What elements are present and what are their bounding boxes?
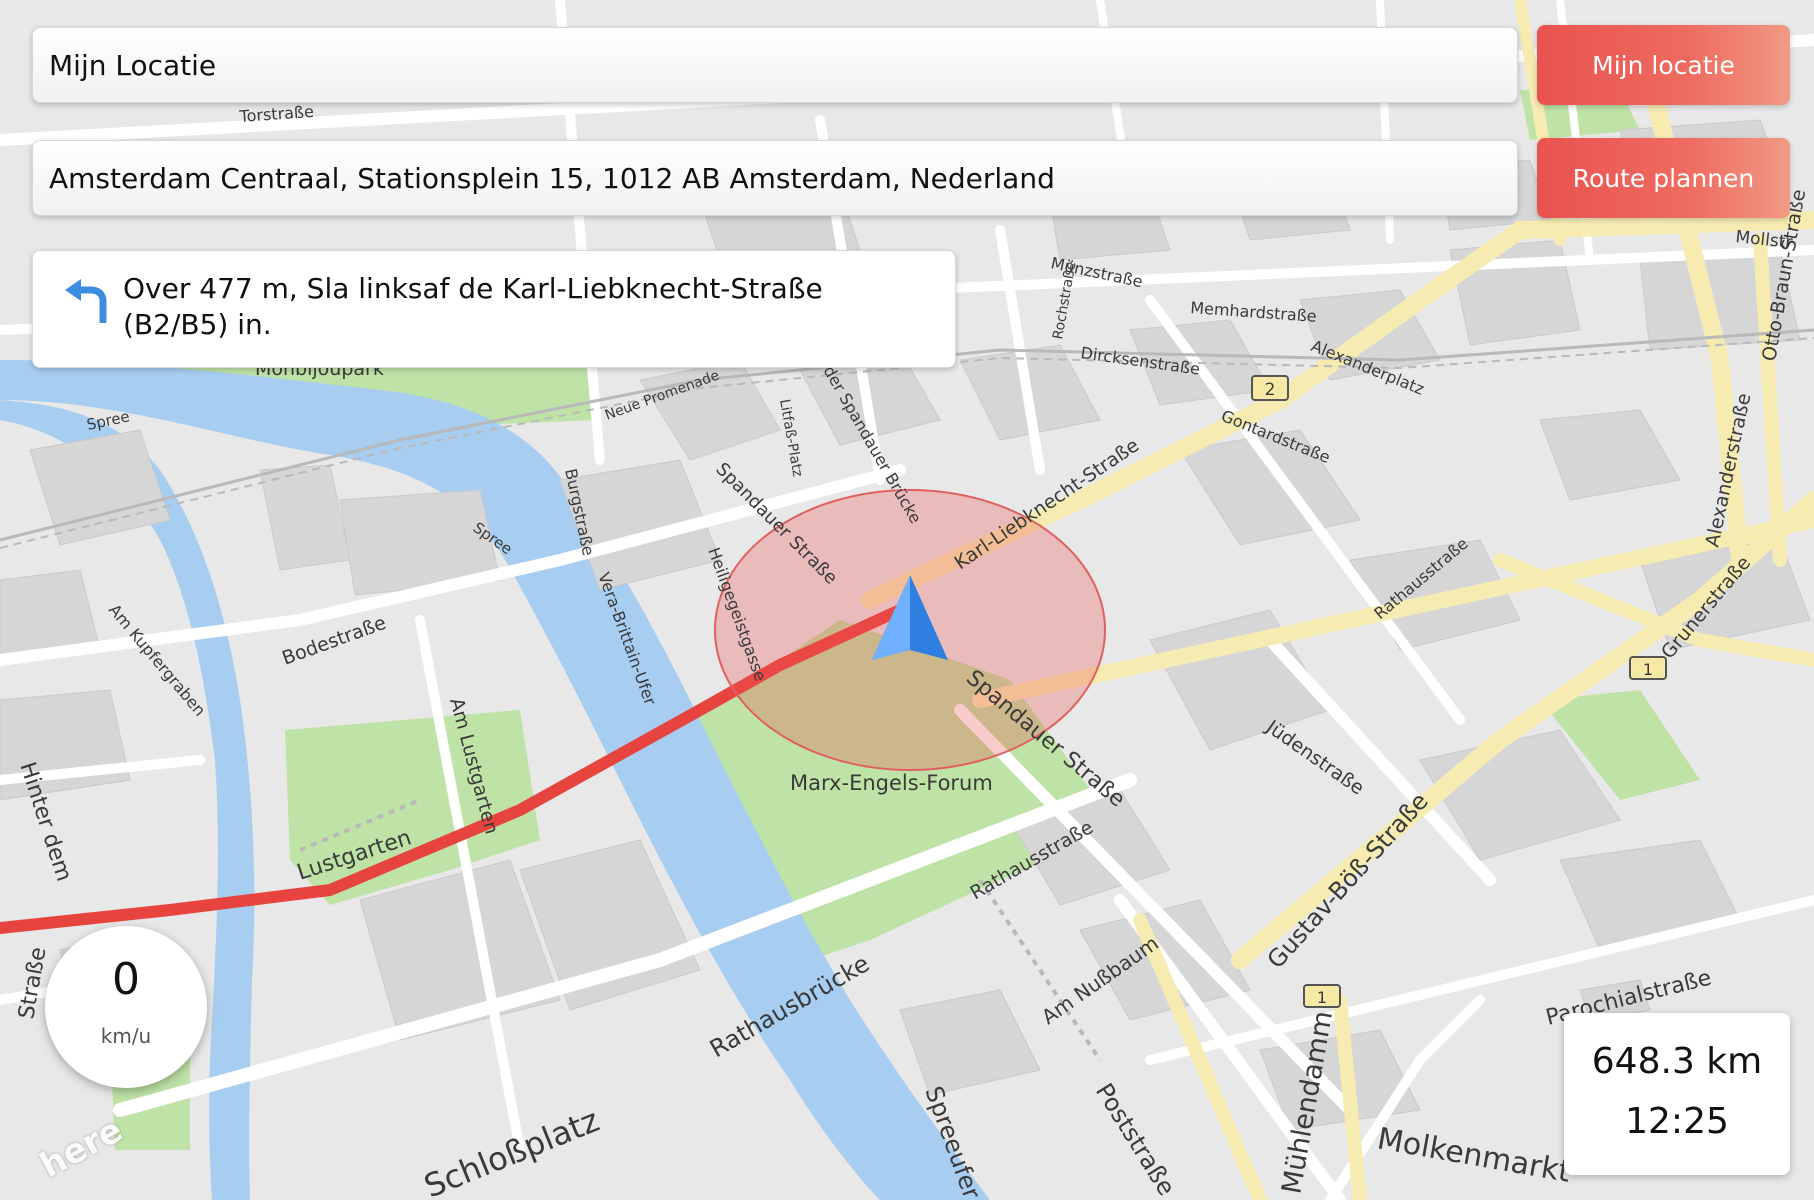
turn-instruction-panel: Over 477 m, Sla linksaf de Karl-Liebknec… — [32, 250, 956, 368]
plan-route-button[interactable]: Route plannen — [1537, 138, 1790, 218]
trip-distance: 648.3 km — [1591, 1041, 1763, 1082]
label-marx-engels-forum: Marx-Engels-Forum — [790, 771, 993, 795]
turn-instruction-text: Over 477 m, Sla linksaf de Karl-Liebknec… — [123, 272, 823, 341]
speed-value: 0 — [112, 954, 140, 1005]
my-location-button[interactable]: Mijn locatie — [1537, 25, 1790, 105]
svg-text:1: 1 — [1317, 988, 1327, 1007]
turn-left-icon — [65, 279, 107, 323]
route-shield-1b: 1 — [1303, 984, 1341, 1008]
destination-input[interactable] — [32, 140, 1518, 216]
route-shield-1a: 1 — [1629, 656, 1667, 680]
origin-input[interactable] — [32, 27, 1518, 103]
trip-info-panel: 648.3 km 12:25 — [1564, 1013, 1790, 1175]
svg-text:1: 1 — [1643, 660, 1653, 679]
speed-unit: km/u — [100, 1024, 152, 1048]
trip-eta: 12:25 — [1625, 1101, 1729, 1142]
speedometer: 0 km/u — [45, 926, 207, 1088]
route-shield-2: 2 — [1251, 375, 1289, 401]
svg-text:2: 2 — [1265, 380, 1276, 400]
